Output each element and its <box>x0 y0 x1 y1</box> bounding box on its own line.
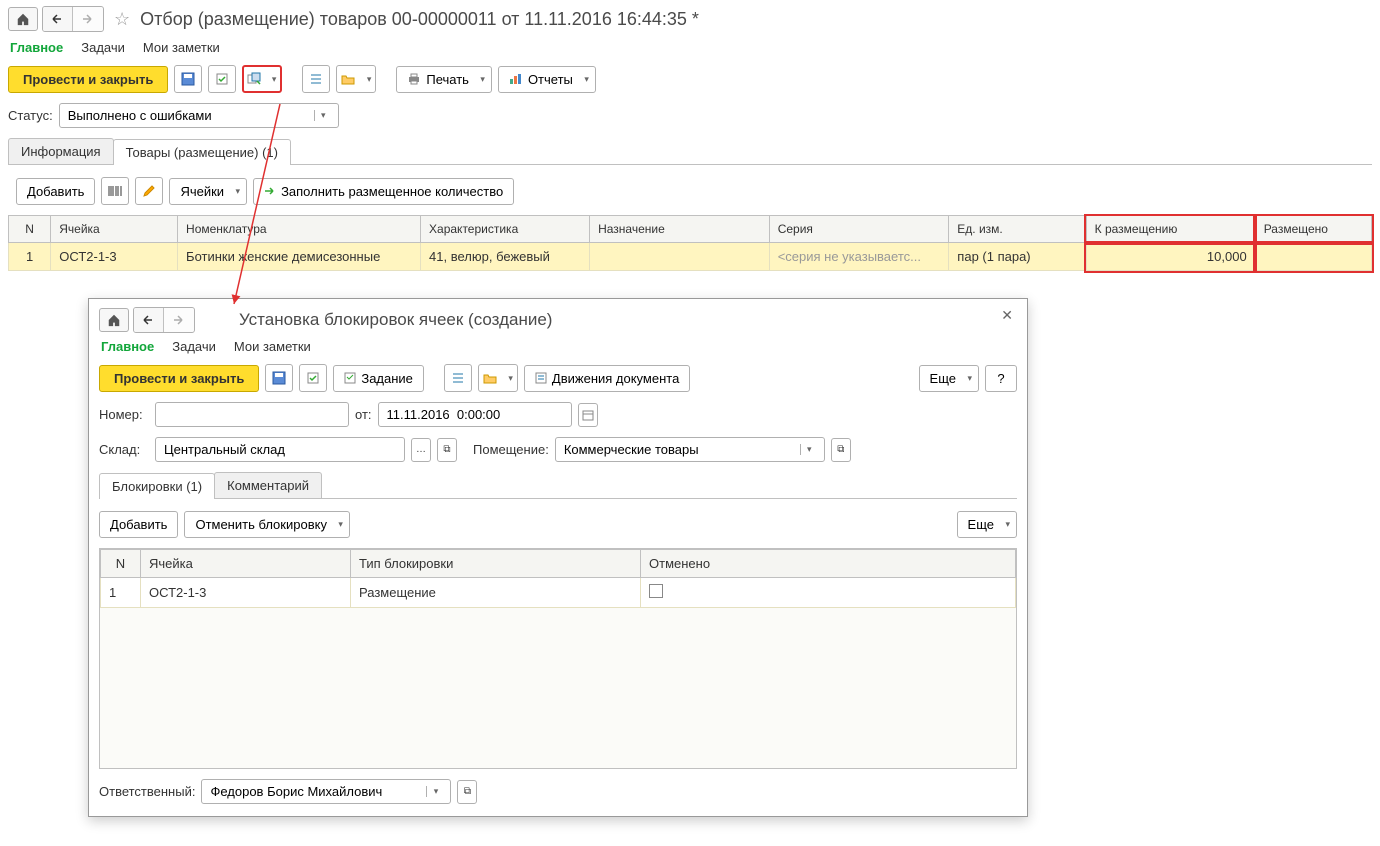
print-button[interactable]: Печать <box>396 66 492 93</box>
tab-info[interactable]: Информация <box>8 138 114 164</box>
popup-more-button[interactable]: Еще <box>957 511 1017 538</box>
reports-label: Отчеты <box>528 72 573 87</box>
col-toplace[interactable]: К размещению <box>1086 216 1255 243</box>
task-icon <box>344 372 356 384</box>
barcode-icon[interactable] <box>101 177 129 205</box>
nav-notes[interactable]: Мои заметки <box>143 38 220 57</box>
popup-list-icon[interactable] <box>444 364 472 392</box>
cells-button[interactable]: Ячейки <box>169 178 247 205</box>
col2-type[interactable]: Тип блокировки <box>351 550 641 578</box>
popup-close-icon[interactable]: ✕ <box>1001 307 1013 324</box>
responsible-input[interactable] <box>208 783 426 800</box>
post-icon[interactable] <box>208 65 236 93</box>
popup-submit-button[interactable]: Провести и закрыть <box>99 365 259 392</box>
col-unit[interactable]: Ед. изм. <box>949 216 1086 243</box>
popup-title: Установка блокировок ячеек (создание) <box>239 310 552 330</box>
forward-button[interactable] <box>73 7 103 31</box>
print-label: Печать <box>426 72 469 87</box>
register-icon <box>535 372 547 384</box>
table-row[interactable]: 1 ОСТ2-1-3 Ботинки женские демисезонные … <box>9 243 1372 271</box>
folder-drop-icon[interactable] <box>336 65 376 93</box>
date-input[interactable] <box>385 406 565 423</box>
nav-main[interactable]: Главное <box>10 38 63 57</box>
tab-comment[interactable]: Комментарий <box>214 472 322 498</box>
task-label: Задание <box>361 371 413 386</box>
page-title: Отбор (размещение) товаров 00-00000011 о… <box>140 9 699 30</box>
more-button[interactable]: Еще <box>919 365 979 392</box>
popup-nav-main[interactable]: Главное <box>101 337 154 356</box>
fill-label: Заполнить размещенное количество <box>281 184 503 199</box>
back-button[interactable] <box>43 7 73 31</box>
create-based-on-button[interactable] <box>242 65 282 93</box>
select-ellipsis-icon[interactable]: … <box>411 438 431 462</box>
popup-forward-button[interactable] <box>164 308 194 332</box>
col-purpose[interactable]: Назначение <box>590 216 770 243</box>
popup-nav-notes[interactable]: Мои заметки <box>234 337 311 356</box>
popup-save-icon[interactable] <box>265 364 293 392</box>
tab-goods[interactable]: Товары (размещение) (1) <box>113 139 291 165</box>
status-label: Статус: <box>8 108 53 123</box>
col2-cell[interactable]: Ячейка <box>141 550 351 578</box>
chart-icon <box>509 73 523 85</box>
room-input[interactable] <box>562 441 800 458</box>
status-drop-icon[interactable]: ▾ <box>314 110 332 121</box>
popup-home-button[interactable] <box>99 308 129 332</box>
cancelled-checkbox[interactable] <box>649 584 663 598</box>
popup-post-icon[interactable] <box>299 364 327 392</box>
room-open-link-icon[interactable]: ⧉ <box>831 438 851 462</box>
warehouse-label: Склад: <box>99 442 149 457</box>
task-button[interactable]: Задание <box>333 365 424 392</box>
col2-n[interactable]: N <box>101 550 141 578</box>
resp-drop-icon[interactable]: ▾ <box>426 786 444 797</box>
blocks-table-container: N Ячейка Тип блокировки Отменено 1 ОСТ2-… <box>99 548 1017 769</box>
submit-close-button[interactable]: Провести и закрыть <box>8 66 168 93</box>
number-input[interactable] <box>162 406 342 423</box>
cancel-block-button[interactable]: Отменить блокировку <box>184 511 350 538</box>
add-button[interactable]: Добавить <box>16 178 95 205</box>
resp-open-link-icon[interactable]: ⧉ <box>457 780 477 804</box>
col-cell[interactable]: Ячейка <box>51 216 178 243</box>
tab-blocks[interactable]: Блокировки (1) <box>99 473 215 499</box>
movements-button[interactable]: Движения документа <box>524 365 690 392</box>
reports-button[interactable]: Отчеты <box>498 66 596 93</box>
col-nomen[interactable]: Номенклатура <box>178 216 421 243</box>
blank-area <box>100 608 1016 768</box>
favorite-star-icon[interactable]: ☆ <box>114 9 130 30</box>
calendar-icon[interactable] <box>578 403 598 427</box>
popup-folder-drop-icon[interactable] <box>478 364 518 392</box>
col-char[interactable]: Характеристика <box>421 216 590 243</box>
room-drop-icon[interactable]: ▾ <box>800 444 818 455</box>
open-link-icon[interactable]: ⧉ <box>437 438 457 462</box>
arrow-right-icon <box>264 185 276 197</box>
col-n[interactable]: N <box>9 216 51 243</box>
popup-nav-tasks[interactable]: Задачи <box>172 337 216 356</box>
list-icon[interactable] <box>302 65 330 93</box>
room-label: Помещение: <box>473 442 549 457</box>
warehouse-input[interactable] <box>162 441 398 458</box>
printer-icon <box>407 73 421 85</box>
col-placed[interactable]: Размещено <box>1255 216 1371 243</box>
popup-back-button[interactable] <box>134 308 164 332</box>
popup-window: Установка блокировок ячеек (создание) ✕ … <box>88 298 1028 817</box>
responsible-label: Ответственный: <box>99 784 195 799</box>
save-icon[interactable] <box>174 65 202 93</box>
table-row[interactable]: 1 ОСТ2-1-3 Размещение <box>101 578 1016 608</box>
status-input[interactable] <box>66 107 314 124</box>
col-series[interactable]: Серия <box>769 216 949 243</box>
from-label: от: <box>355 407 372 422</box>
number-label: Номер: <box>99 407 149 422</box>
help-button[interactable]: ? <box>985 365 1017 392</box>
home-button[interactable] <box>8 7 38 31</box>
edit-icon[interactable] <box>135 177 163 205</box>
nav-tasks[interactable]: Задачи <box>81 38 125 57</box>
goods-table: N Ячейка Номенклатура Характеристика Наз… <box>8 215 1372 271</box>
movements-label: Движения документа <box>552 371 679 386</box>
col2-cancelled[interactable]: Отменено <box>641 550 1016 578</box>
fill-placed-button[interactable]: Заполнить размещенное количество <box>253 178 514 205</box>
popup-add-button[interactable]: Добавить <box>99 511 178 538</box>
